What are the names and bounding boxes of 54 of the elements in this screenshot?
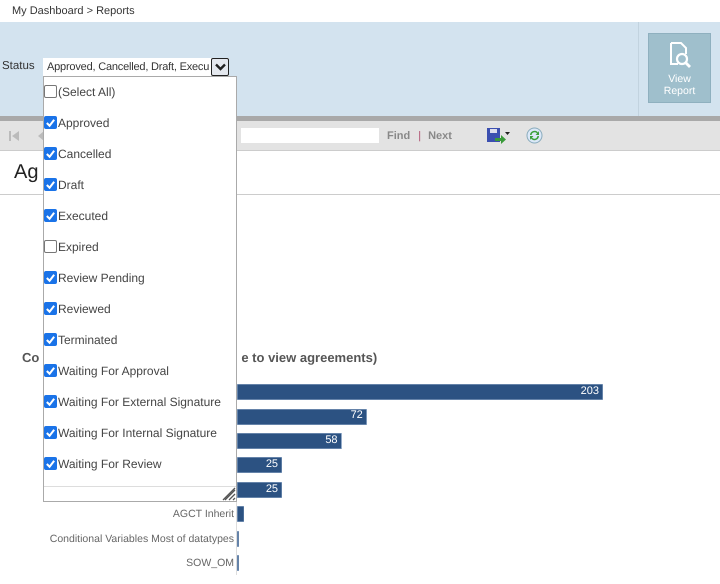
- bar[interactable]: [237, 482, 282, 498]
- status-dropdown[interactable]: Approved, Cancelled, Draft, Execu: [43, 58, 230, 76]
- resize-grip-icon[interactable]: [222, 487, 236, 501]
- status-option[interactable]: Review Pending: [44, 262, 145, 293]
- bar[interactable]: [237, 408, 367, 425]
- status-option[interactable]: Cancelled: [44, 138, 112, 169]
- checkbox[interactable]: [44, 333, 57, 346]
- status-option[interactable]: Approved: [44, 107, 110, 138]
- value-label: 25: [266, 482, 278, 495]
- refresh-icon[interactable]: [526, 127, 543, 144]
- status-option[interactable]: Expired: [44, 231, 99, 262]
- value-label: 58: [325, 434, 338, 446]
- bar[interactable]: [237, 457, 282, 474]
- bar[interactable]: [237, 384, 603, 400]
- checkbox[interactable]: [44, 457, 57, 470]
- status-option[interactable]: Waiting For Internal Signature: [44, 417, 217, 448]
- checkbox[interactable]: [44, 85, 57, 98]
- value-label: 25: [266, 458, 278, 470]
- checkbox[interactable]: [44, 302, 57, 315]
- status-option[interactable]: Waiting For Approval: [44, 355, 169, 386]
- checkbox[interactable]: [44, 426, 57, 439]
- category-label: Conditional Variables Most of datatypes: [50, 532, 234, 545]
- status-option[interactable]: Executed: [44, 200, 108, 231]
- breadcrumb: My Dashboard > Reports: [11, 4, 135, 19]
- chart-title: e to view agreements): [241, 350, 378, 367]
- checkbox[interactable]: [44, 271, 57, 284]
- checkbox[interactable]: [44, 364, 57, 377]
- find-field[interactable]: [241, 128, 379, 143]
- checkbox[interactable]: [44, 178, 57, 191]
- separator: |: [418, 130, 422, 142]
- chevron-icon: [214, 63, 226, 71]
- category-label: AGCT Inherit: [172, 508, 234, 520]
- status-option[interactable]: Terminated: [44, 324, 118, 355]
- checkbox[interactable]: [44, 147, 57, 160]
- export-save-icon[interactable]: [486, 126, 510, 144]
- report-title: Ag: [13, 160, 38, 185]
- value-label: 203: [580, 385, 599, 397]
- dropdown-button[interactable]: [211, 58, 230, 76]
- checkbox[interactable]: [44, 116, 57, 129]
- status-option[interactable]: (Select All): [44, 76, 116, 107]
- value-label: 72: [350, 409, 363, 422]
- status-option[interactable]: Waiting For External Signature: [44, 386, 221, 417]
- category-label: SOW_OM: [186, 556, 234, 569]
- status-option[interactable]: Waiting For Review: [44, 448, 162, 479]
- bar[interactable]: [237, 506, 244, 522]
- checkbox[interactable]: [44, 209, 57, 222]
- status-option[interactable]: Reviewed: [44, 293, 111, 324]
- status-value: Approved, Cancelled, Draft, Execu: [46, 61, 210, 73]
- chart-title: Co: [22, 350, 40, 367]
- checkbox[interactable]: [44, 395, 57, 408]
- checkbox[interactable]: [44, 240, 57, 253]
- status-option[interactable]: Draft: [44, 169, 84, 200]
- status-label: Status: [2, 60, 36, 72]
- bar[interactable]: [237, 432, 342, 449]
